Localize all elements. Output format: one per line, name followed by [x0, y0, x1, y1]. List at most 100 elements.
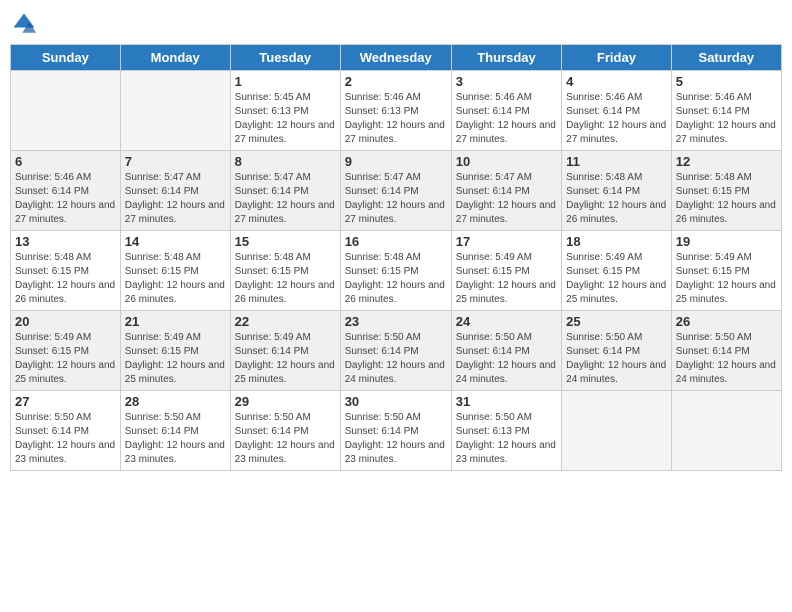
day-number: 3: [456, 74, 557, 89]
calendar-week-5: 27 Sunrise: 5:50 AM Sunset: 6:14 PM Dayli…: [11, 391, 782, 471]
day-info: Sunrise: 5:47 AM Sunset: 6:14 PM Dayligh…: [456, 171, 557, 227]
calendar-cell: 30 Sunrise: 5:50 AM Sunset: 6:14 PM Dayli…: [340, 391, 451, 471]
calendar-cell: [671, 391, 781, 471]
day-info: Sunrise: 5:48 AM Sunset: 6:15 PM Dayligh…: [125, 251, 226, 307]
calendar-cell: 17Sunrise: 5:49 AM Sunset: 6:15 PM Dayli…: [451, 231, 561, 311]
calendar-cell: 1 Sunrise: 5:45 AM Sunset: 6:13 PM Daylig…: [230, 71, 340, 151]
calendar-cell: 14 Sunrise: 5:48 AM Sunset: 6:15 PM Dayli…: [120, 231, 230, 311]
day-info: Sunrise: 5:46 AM Sunset: 6:14 PM Dayligh…: [15, 171, 116, 227]
day-header-sunday: Sunday: [11, 45, 121, 71]
day-number: 26: [676, 314, 777, 329]
day-header-monday: Monday: [120, 45, 230, 71]
day-number: 23: [345, 314, 447, 329]
day-number: 5: [676, 74, 777, 89]
day-info: Sunrise: 5:48 AM Sunset: 6:15 PM Dayligh…: [345, 251, 447, 307]
calendar-cell: 28Sunrise: 5:50 AM Sunset: 6:14 PM Dayli…: [120, 391, 230, 471]
calendar-cell: 26 Sunrise: 5:50 AM Sunset: 6:14 PM Dayli…: [671, 311, 781, 391]
calendar-cell: 2Sunrise: 5:46 AM Sunset: 6:13 PM Daylig…: [340, 71, 451, 151]
day-info: Sunrise: 5:49 AM Sunset: 6:15 PM Dayligh…: [566, 251, 667, 307]
day-number: 29: [235, 394, 336, 409]
calendar-cell: 16 Sunrise: 5:48 AM Sunset: 6:15 PM Dayli…: [340, 231, 451, 311]
day-info: Sunrise: 5:47 AM Sunset: 6:14 PM Dayligh…: [345, 171, 447, 227]
day-number: 14: [125, 234, 226, 249]
day-info: Sunrise: 5:45 AM Sunset: 6:13 PM Dayligh…: [235, 91, 336, 147]
day-number: 16: [345, 234, 447, 249]
day-number: 11: [566, 154, 667, 169]
day-number: 18: [566, 234, 667, 249]
calendar-cell: 7 Sunrise: 5:47 AM Sunset: 6:14 PM Daylig…: [120, 151, 230, 231]
day-info: Sunrise: 5:49 AM Sunset: 6:14 PM Dayligh…: [235, 331, 336, 387]
day-info: Sunrise: 5:47 AM Sunset: 6:14 PM Dayligh…: [125, 171, 226, 227]
calendar-cell: 3 Sunrise: 5:46 AM Sunset: 6:14 PM Daylig…: [451, 71, 561, 151]
calendar-cell: 13 Sunrise: 5:48 AM Sunset: 6:15 PM Dayli…: [11, 231, 121, 311]
calendar-cell: 15 Sunrise: 5:48 AM Sunset: 6:15 PM Dayli…: [230, 231, 340, 311]
day-info: Sunrise: 5:48 AM Sunset: 6:15 PM Dayligh…: [235, 251, 336, 307]
day-number: 30: [345, 394, 447, 409]
calendar-header-row: SundayMondayTuesdayWednesdayThursdayFrid…: [11, 45, 782, 71]
calendar-cell: 22 Sunrise: 5:49 AM Sunset: 6:14 PM Dayli…: [230, 311, 340, 391]
calendar-cell: 29 Sunrise: 5:50 AM Sunset: 6:14 PM Dayli…: [230, 391, 340, 471]
calendar-cell: 11 Sunrise: 5:48 AM Sunset: 6:14 PM Dayli…: [562, 151, 672, 231]
calendar-cell: 27Sunrise: 5:50 AM Sunset: 6:14 PM Dayli…: [11, 391, 121, 471]
day-number: 17: [456, 234, 557, 249]
calendar-cell: 12 Sunrise: 5:48 AM Sunset: 6:15 PM Dayli…: [671, 151, 781, 231]
day-info: Sunrise: 5:46 AM Sunset: 6:13 PM Dayligh…: [345, 91, 447, 147]
day-number: 13: [15, 234, 116, 249]
day-info: Sunrise: 5:50 AM Sunset: 6:14 PM Dayligh…: [566, 331, 667, 387]
calendar-cell: 8 Sunrise: 5:47 AM Sunset: 6:14 PM Daylig…: [230, 151, 340, 231]
calendar-cell: [562, 391, 672, 471]
day-header-friday: Friday: [562, 45, 672, 71]
day-info: Sunrise: 5:48 AM Sunset: 6:15 PM Dayligh…: [676, 171, 777, 227]
calendar-cell: 23Sunrise: 5:50 AM Sunset: 6:14 PM Dayli…: [340, 311, 451, 391]
day-number: 21: [125, 314, 226, 329]
calendar-week-1: 1 Sunrise: 5:45 AM Sunset: 6:13 PM Daylig…: [11, 71, 782, 151]
calendar-cell: 25 Sunrise: 5:50 AM Sunset: 6:14 PM Dayli…: [562, 311, 672, 391]
day-number: 12: [676, 154, 777, 169]
calendar-cell: 31Sunrise: 5:50 AM Sunset: 6:13 PM Dayli…: [451, 391, 561, 471]
calendar-cell: 18 Sunrise: 5:49 AM Sunset: 6:15 PM Dayli…: [562, 231, 672, 311]
day-info: Sunrise: 5:46 AM Sunset: 6:14 PM Dayligh…: [676, 91, 777, 147]
day-number: 10: [456, 154, 557, 169]
day-number: 31: [456, 394, 557, 409]
day-info: Sunrise: 5:48 AM Sunset: 6:14 PM Dayligh…: [566, 171, 667, 227]
day-info: Sunrise: 5:46 AM Sunset: 6:14 PM Dayligh…: [566, 91, 667, 147]
calendar-cell: 9 Sunrise: 5:47 AM Sunset: 6:14 PM Daylig…: [340, 151, 451, 231]
calendar-cell: 10 Sunrise: 5:47 AM Sunset: 6:14 PM Dayli…: [451, 151, 561, 231]
day-number: 25: [566, 314, 667, 329]
day-info: Sunrise: 5:48 AM Sunset: 6:15 PM Dayligh…: [15, 251, 116, 307]
day-info: Sunrise: 5:49 AM Sunset: 6:15 PM Dayligh…: [125, 331, 226, 387]
calendar-cell: 20 Sunrise: 5:49 AM Sunset: 6:15 PM Dayli…: [11, 311, 121, 391]
calendar-cell: 5 Sunrise: 5:46 AM Sunset: 6:14 PM Daylig…: [671, 71, 781, 151]
calendar-cell: 6 Sunrise: 5:46 AM Sunset: 6:14 PM Daylig…: [11, 151, 121, 231]
day-header-thursday: Thursday: [451, 45, 561, 71]
day-header-wednesday: Wednesday: [340, 45, 451, 71]
calendar-week-4: 20 Sunrise: 5:49 AM Sunset: 6:15 PM Dayli…: [11, 311, 782, 391]
day-number: 1: [235, 74, 336, 89]
day-header-saturday: Saturday: [671, 45, 781, 71]
day-info: Sunrise: 5:50 AM Sunset: 6:14 PM Dayligh…: [235, 411, 336, 467]
calendar-cell: 21 Sunrise: 5:49 AM Sunset: 6:15 PM Dayli…: [120, 311, 230, 391]
day-number: 8: [235, 154, 336, 169]
day-info: Sunrise: 5:50 AM Sunset: 6:14 PM Dayligh…: [345, 411, 447, 467]
day-number: 22: [235, 314, 336, 329]
day-number: 15: [235, 234, 336, 249]
day-number: 7: [125, 154, 226, 169]
calendar-week-2: 6 Sunrise: 5:46 AM Sunset: 6:14 PM Daylig…: [11, 151, 782, 231]
day-number: 4: [566, 74, 667, 89]
day-number: 19: [676, 234, 777, 249]
day-number: 27: [15, 394, 116, 409]
day-info: Sunrise: 5:49 AM Sunset: 6:15 PM Dayligh…: [15, 331, 116, 387]
day-number: 9: [345, 154, 447, 169]
day-info: Sunrise: 5:46 AM Sunset: 6:14 PM Dayligh…: [456, 91, 557, 147]
header: [10, 10, 782, 38]
day-info: Sunrise: 5:47 AM Sunset: 6:14 PM Dayligh…: [235, 171, 336, 227]
logo-icon: [10, 10, 38, 38]
calendar-cell: 19Sunrise: 5:49 AM Sunset: 6:15 PM Dayli…: [671, 231, 781, 311]
calendar-week-3: 13 Sunrise: 5:48 AM Sunset: 6:15 PM Dayli…: [11, 231, 782, 311]
day-number: 6: [15, 154, 116, 169]
day-header-tuesday: Tuesday: [230, 45, 340, 71]
calendar-cell: 4 Sunrise: 5:46 AM Sunset: 6:14 PM Daylig…: [562, 71, 672, 151]
calendar-cell: 24Sunrise: 5:50 AM Sunset: 6:14 PM Dayli…: [451, 311, 561, 391]
day-info: Sunrise: 5:50 AM Sunset: 6:14 PM Dayligh…: [676, 331, 777, 387]
day-number: 20: [15, 314, 116, 329]
